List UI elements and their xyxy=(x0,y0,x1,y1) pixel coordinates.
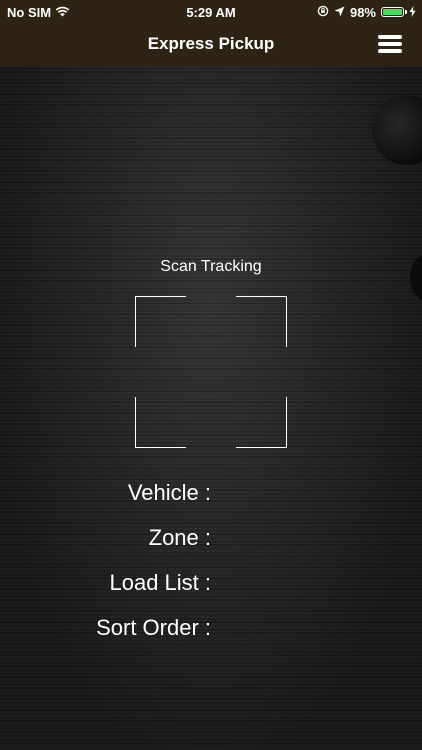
sort-order-label: Sort Order : xyxy=(96,615,211,640)
status-bar: No SIM 5:29 AM 98% xyxy=(0,0,422,24)
menu-line xyxy=(378,35,402,39)
details-labels: Vehicle : Zone : Load List : Sort Order … xyxy=(0,470,211,650)
scan-tracking-label: Scan Tracking xyxy=(160,258,262,275)
viewfinder-corner-top-right xyxy=(236,296,287,347)
nav-bar: Express Pickup xyxy=(0,24,422,66)
viewfinder-corner-bottom-right xyxy=(236,397,287,448)
viewfinder-corner-bottom-left xyxy=(135,397,186,448)
battery-level-fill xyxy=(383,9,402,15)
menu-line xyxy=(378,42,402,46)
hamburger-menu-icon[interactable] xyxy=(378,35,402,53)
vehicle-label: Vehicle : xyxy=(127,480,211,505)
load-list-label: Load List : xyxy=(109,570,211,595)
viewfinder-corner-top-left xyxy=(135,296,186,347)
battery-percent: 98% xyxy=(349,4,376,20)
orientation-lock-icon xyxy=(317,5,329,20)
menu-line xyxy=(378,49,402,53)
location-arrow-icon xyxy=(334,5,345,20)
camera-background-object xyxy=(372,95,422,165)
scan-viewfinder[interactable] xyxy=(135,296,287,448)
status-right: 98% xyxy=(317,5,416,20)
express-pickup-screen: No SIM 5:29 AM 98% Express Pickup Scan T… xyxy=(0,0,422,750)
battery-icon xyxy=(381,7,407,17)
charging-icon xyxy=(409,5,416,20)
page-title: Express Pickup xyxy=(147,34,275,53)
zone-label: Zone : xyxy=(148,525,211,550)
